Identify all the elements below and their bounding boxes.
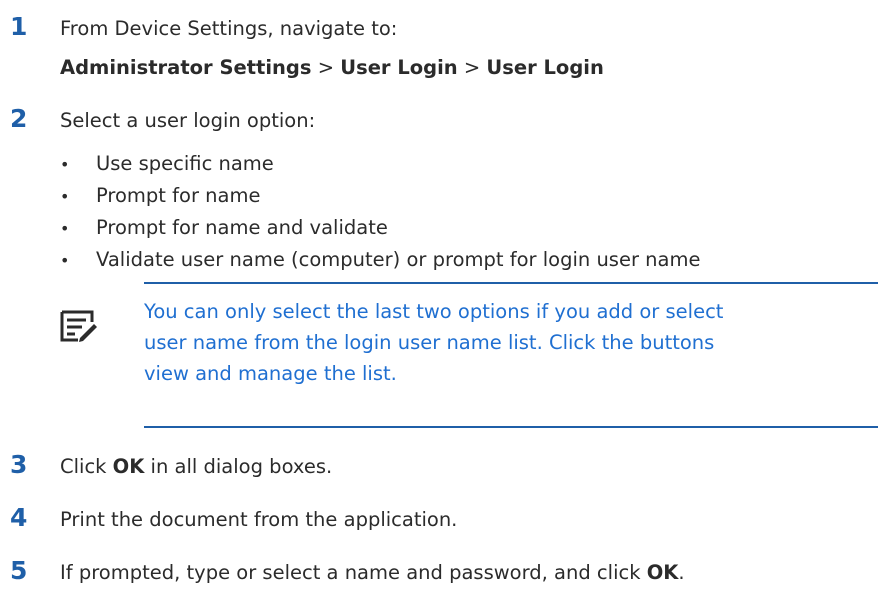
bullet-icon: • [60, 187, 70, 206]
step-5: 5 If prompted, type or select a name and… [10, 558, 878, 584]
list-item: • Prompt for name [60, 184, 700, 216]
bullet-icon: • [60, 155, 70, 174]
note-bottom-rule [144, 426, 878, 428]
step-text: Click OK in all dialog boxes. [60, 455, 332, 478]
step-text-part: If prompted, type or select a name and p… [60, 561, 647, 584]
note-line: user name from the login user name list.… [144, 331, 715, 354]
nav-item-user-login-final: User Login [486, 56, 604, 79]
step-number: 5 [10, 556, 28, 585]
step-text-part: . [678, 561, 685, 584]
option-label: Validate user name (computer) or prompt … [96, 248, 701, 271]
step-number: 4 [10, 503, 28, 532]
list-item: • Use specific name [60, 152, 700, 184]
note-line: You can only select the last two options… [144, 300, 724, 323]
option-label: Use specific name [96, 152, 274, 175]
step-text-part: in all dialog boxes. [144, 455, 333, 478]
ok-label: OK [646, 561, 679, 584]
step-number: 3 [10, 450, 28, 479]
option-label: Prompt for name [96, 184, 261, 207]
list-item: • Validate user name (computer) or promp… [60, 248, 700, 280]
step-text: From Device Settings, navigate to: [60, 17, 398, 40]
ok-label: OK [112, 455, 145, 478]
bullet-icon: • [60, 251, 70, 270]
note-box: You can only select the last two options… [60, 282, 878, 428]
login-options-list: • Use specific name • Prompt for name • … [60, 152, 700, 280]
step-text-part: Click [60, 455, 113, 478]
bullet-icon: • [60, 219, 70, 238]
list-item: • Prompt for name and validate [60, 216, 700, 248]
note-icon [60, 310, 98, 342]
note-text: You can only select the last two options… [144, 296, 723, 389]
nav-item-user-login: User Login [340, 56, 458, 79]
note-top-rule [144, 282, 878, 284]
step-text: Print the document from the application. [60, 508, 458, 531]
navigation-path: Administrator Settings > User Login > Us… [60, 56, 604, 79]
nav-separator: > [311, 56, 341, 79]
nav-separator: > [457, 56, 487, 79]
step-4: 4 Print the document from the applicatio… [10, 505, 878, 531]
option-label: Prompt for name and validate [96, 216, 388, 239]
step-number: 2 [10, 104, 28, 133]
step-text: If prompted, type or select a name and p… [60, 561, 685, 584]
nav-item-administrator-settings: Administrator Settings [60, 56, 312, 79]
step-text: Select a user login option: [60, 109, 316, 132]
step-2: 2 Select a user login option: [10, 106, 878, 132]
step-number: 1 [10, 12, 28, 41]
note-line: view and manage the list. [144, 362, 397, 385]
step-1: 1 From Device Settings, navigate to: [10, 14, 878, 40]
step-3: 3 Click OK in all dialog boxes. [10, 452, 878, 478]
